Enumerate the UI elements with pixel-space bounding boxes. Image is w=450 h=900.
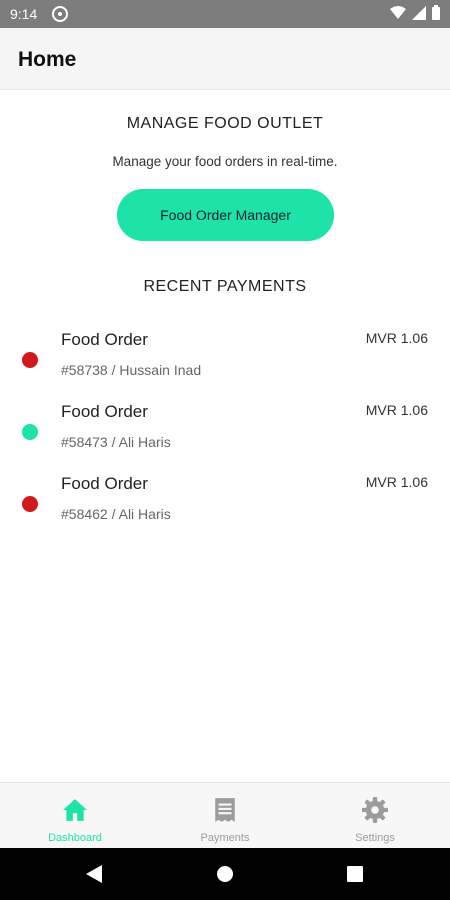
receipt-icon — [215, 798, 235, 822]
signal-icon — [412, 5, 426, 20]
sync-icon — [52, 6, 68, 22]
bottom-nav: Dashboard Payments Settings — [0, 782, 450, 848]
gear-icon — [362, 797, 388, 823]
app-bar: Home — [0, 28, 450, 90]
status-time: 9:14 — [10, 6, 38, 22]
payment-item[interactable]: Food Order #58738 / Hussain Inad MVR 1.0… — [0, 326, 450, 398]
payment-title: Food Order — [61, 402, 148, 421]
status-bar: 9:14 — [0, 0, 450, 28]
status-dot — [22, 352, 38, 368]
nav-label: Dashboard — [48, 832, 102, 844]
status-dot — [22, 496, 38, 512]
nav-label: Settings — [355, 832, 395, 844]
payment-amount: MVR 1.06 — [365, 330, 428, 346]
payment-item[interactable]: Food Order #58473 / Ali Haris MVR 1.06 — [0, 398, 450, 470]
food-order-manager-button[interactable]: Food Order Manager — [117, 189, 334, 241]
payment-amount: MVR 1.06 — [365, 474, 428, 490]
recents-icon[interactable] — [347, 866, 363, 882]
payment-subtitle: #58738 / Hussain Inad — [61, 362, 202, 378]
payment-subtitle: #58462 / Ali Haris — [61, 506, 171, 522]
payment-title: Food Order — [61, 474, 148, 493]
home-circle-icon[interactable] — [217, 866, 233, 882]
manage-section-title: MANAGE FOOD OUTLET — [126, 115, 324, 132]
back-icon[interactable] — [86, 865, 102, 883]
status-icons — [390, 5, 440, 20]
home-content: MANAGE FOOD OUTLET Manage your food orde… — [0, 90, 450, 782]
status-dot — [22, 424, 38, 440]
nav-item-settings[interactable]: Settings — [300, 783, 450, 849]
nav-item-payments[interactable]: Payments — [150, 783, 300, 849]
payment-item[interactable]: Food Order #58462 / Ali Haris MVR 1.06 — [0, 470, 450, 542]
nav-item-dashboard[interactable]: Dashboard — [0, 783, 150, 849]
system-nav-bar — [0, 848, 450, 900]
payments-section-title: RECENT PAYMENTS — [143, 278, 307, 295]
wifi-icon — [390, 5, 406, 19]
nav-label: Payments — [200, 832, 250, 844]
home-icon — [63, 799, 87, 821]
payment-subtitle: #58473 / Ali Haris — [61, 434, 171, 450]
battery-icon — [432, 5, 440, 20]
page-title: Home — [18, 48, 77, 71]
payment-title: Food Order — [61, 330, 148, 349]
payment-amount: MVR 1.06 — [365, 402, 428, 418]
manage-section-subtitle: Manage your food orders in real-time. — [112, 154, 338, 169]
